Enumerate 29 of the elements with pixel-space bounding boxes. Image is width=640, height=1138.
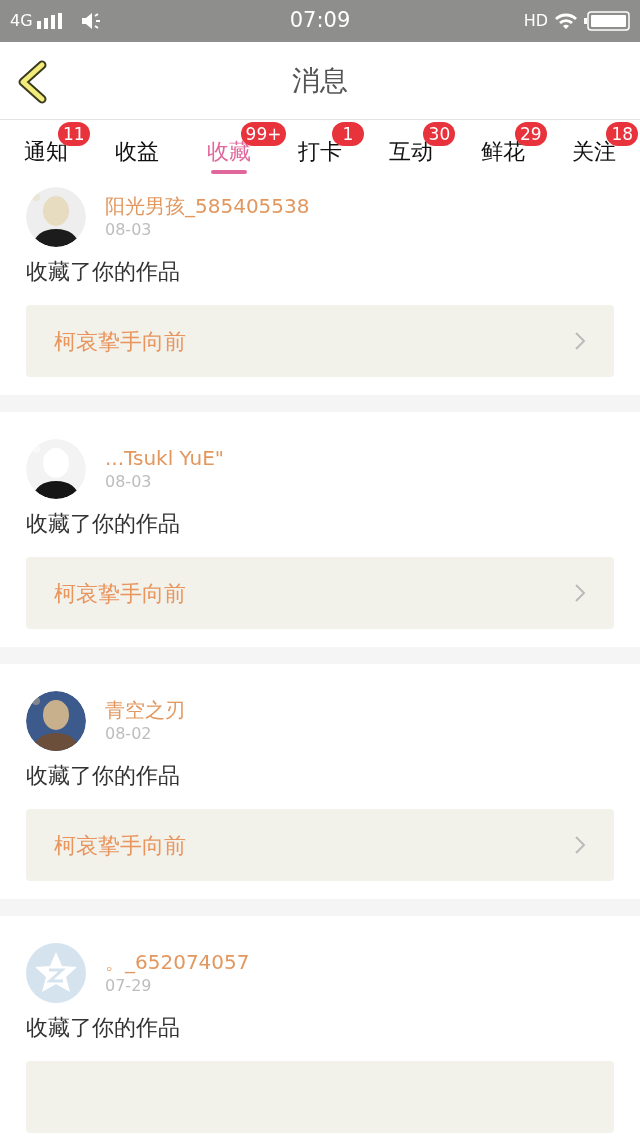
chevron-right-icon: [574, 835, 586, 855]
message-text: 收藏了你的作品: [26, 259, 181, 285]
user-name[interactable]: 青空之刃: [105, 697, 185, 723]
hd-label: HD: [523, 10, 548, 32]
chevron-right-icon: [574, 331, 586, 351]
message-date: 07-29: [105, 975, 153, 997]
message-text: 收藏了你的作品: [26, 511, 181, 537]
speaker-icon: [80, 12, 103, 30]
message-text: 收藏了你的作品: [26, 763, 181, 789]
tab[interactable]: 收益: [91, 120, 183, 175]
message-date: 08-03: [105, 219, 153, 241]
user-name[interactable]: 。_652074057: [105, 949, 250, 975]
wifi-icon: [554, 12, 578, 30]
message-text: 收藏了你的作品: [26, 1015, 181, 1041]
work-link[interactable]: 柯哀挚手向前: [26, 557, 614, 629]
message-date: 08-03: [105, 471, 153, 493]
user-name[interactable]: 阳光男孩_585405538: [105, 193, 310, 219]
chevron-right-icon: [574, 583, 586, 603]
work-link[interactable]: 柯哀挚手向前: [26, 809, 614, 881]
network-label: 4G: [10, 10, 33, 32]
signal-icon: [36, 13, 63, 29]
clock: 07:09: [289, 7, 351, 35]
tab-indicator: [210, 170, 247, 174]
page-title: 消息: [292, 62, 348, 99]
user-name[interactable]: ...Tsukl YuE": [105, 445, 224, 471]
message-date: 08-02: [105, 723, 153, 745]
star-avatar-icon: [26, 943, 86, 1003]
work-link[interactable]: 柯哀挚手向前: [26, 305, 614, 377]
battery-icon: [584, 11, 630, 31]
